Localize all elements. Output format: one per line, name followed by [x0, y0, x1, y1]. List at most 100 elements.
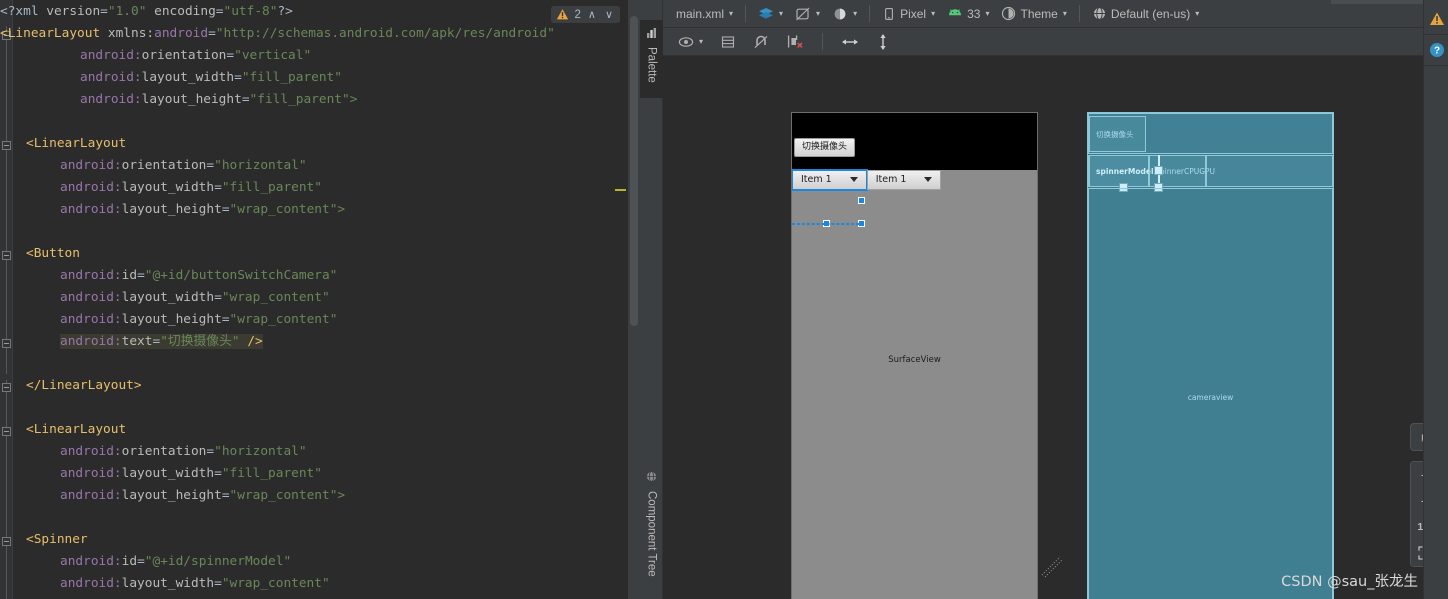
- code-line[interactable]: <LinearLayout: [0, 133, 628, 155]
- match-height-button[interactable]: [872, 30, 894, 54]
- blueprint-spinner-row-remainder: [1206, 155, 1333, 187]
- orientation-selector[interactable]: ▾: [790, 3, 825, 25]
- preview-spinner-cpugpu-value: Item 1: [875, 174, 907, 185]
- code-line[interactable]: <LinearLayout: [0, 419, 628, 441]
- code-token: =: [214, 180, 222, 195]
- night-mode-selector[interactable]: ▾: [827, 3, 862, 25]
- sidebar-item-component-tree-label: Component Tree: [645, 491, 658, 577]
- code-token: "fill_parent">: [249, 92, 358, 107]
- code-token: android:: [60, 444, 122, 459]
- preview-resize-grip[interactable]: [1041, 556, 1063, 578]
- arrow-vertical-icon: [877, 33, 889, 51]
- code-token: "@+id/buttonSwitchCamera": [144, 268, 338, 283]
- code-line[interactable]: android:id="@+id/buttonSwitchCamera": [0, 265, 628, 287]
- code-token: orientation: [141, 48, 227, 63]
- tool-window-tab-strip[interactable]: Palette Component Tree: [640, 0, 663, 599]
- code-token: <LinearLayout: [26, 136, 127, 151]
- code-token: orientation: [121, 158, 207, 173]
- device-preview-blueprint[interactable]: 切换摄像头 spinnerModel spinnerCPUGPU camerav…: [1087, 112, 1334, 599]
- preview-spinner-model[interactable]: Item 1: [792, 169, 868, 191]
- code-line[interactable]: android:orientation="vertical": [0, 45, 628, 67]
- code-text[interactable]: <?xml version="1.0" encoding="utf-8"?> <L…: [0, 0, 628, 599]
- code-line[interactable]: android:id="@+id/spinnerModel": [0, 551, 628, 573]
- code-line[interactable]: android:layout_height="fill_parent">: [0, 89, 628, 111]
- code-line[interactable]: android:layout_width="fill_parent": [0, 177, 628, 199]
- code-line[interactable]: </LinearLayout>: [0, 375, 628, 397]
- code-line[interactable]: android:text="切换摄像头" />: [0, 331, 628, 353]
- code-token: layout_width: [121, 576, 215, 591]
- magnet-off-button[interactable]: [748, 31, 774, 53]
- design-canvas[interactable]: 切换摄像头 Item 1 Item 1 SurfaceView 切换摄像头 sp…: [663, 56, 1448, 599]
- code-token: version: [46, 4, 101, 19]
- theme-selector[interactable]: Theme ▾: [996, 3, 1071, 24]
- chevron-down-icon: ▾: [931, 9, 936, 18]
- code-line[interactable]: android:layout_width="fill_parent": [0, 463, 628, 485]
- code-line[interactable]: android:layout_width="wrap_content": [0, 287, 628, 309]
- blueprint-handle-top[interactable]: [1154, 166, 1163, 175]
- code-token: android:: [80, 70, 142, 85]
- divider: [822, 33, 824, 50]
- code-token: =: [206, 444, 215, 459]
- code-line[interactable]: android:layout_height="wrap_content">: [0, 199, 628, 221]
- android-studio-layout-editor: <?xml version="1.0" encoding="utf-8"?> <L…: [0, 0, 1448, 599]
- code-token: android:: [80, 92, 142, 107]
- code-token: android:: [60, 576, 122, 591]
- sidebar-item-component-tree[interactable]: Component Tree: [640, 463, 663, 591]
- code-token: android:: [60, 488, 122, 503]
- code-line[interactable]: <?xml version="1.0" encoding="utf-8"?>: [0, 1, 628, 23]
- code-line[interactable]: <Button: [0, 243, 628, 265]
- code-token: =: [221, 312, 230, 327]
- blueprint-cameraview[interactable]: cameraview: [1088, 188, 1333, 599]
- code-token: layout_height: [121, 312, 222, 327]
- inspection-prev-button[interactable]: ∧: [586, 8, 598, 21]
- editor-scrollbar[interactable]: [628, 0, 640, 599]
- code-line[interactable]: android:layout_width="fill_parent": [0, 67, 628, 89]
- code-line[interactable]: <Spinner: [0, 529, 628, 551]
- design-toolbar-secondary: ▾: [663, 28, 1448, 56]
- code-line[interactable]: android:layout_height="wrap_content">: [0, 485, 628, 507]
- right-tool-rail[interactable]: ?: [1331, 0, 1448, 599]
- divider: [869, 5, 871, 22]
- blueprint-switch-camera-button[interactable]: 切换摄像头: [1089, 116, 1146, 152]
- code-line[interactable]: [0, 111, 628, 133]
- preview-spinner-cpugpu[interactable]: Item 1: [866, 170, 942, 190]
- device-selector[interactable]: Pixel ▾: [877, 4, 940, 24]
- api-level-selector[interactable]: 33 ▾: [942, 4, 994, 24]
- device-preview-design[interactable]: 切换摄像头 Item 1 Item 1 SurfaceView: [791, 112, 1038, 599]
- view-options-button[interactable]: ▾: [673, 33, 708, 51]
- sidebar-item-palette[interactable]: Palette: [640, 20, 663, 98]
- help-button[interactable]: ?: [1424, 35, 1448, 66]
- locale-selector[interactable]: Default (en-us) ▾: [1087, 3, 1204, 24]
- preview-switch-camera-button[interactable]: 切换摄像头: [794, 138, 856, 157]
- clear-constraints-button[interactable]: [782, 31, 809, 52]
- code-token: =: [215, 4, 224, 19]
- design-mode-selector[interactable]: ▾: [753, 3, 788, 25]
- code-line[interactable]: android:orientation="horizontal": [0, 441, 628, 463]
- xml-code-editor[interactable]: <?xml version="1.0" encoding="utf-8"?> <L…: [0, 0, 640, 599]
- blueprint-button-label: 切换摄像头: [1096, 129, 1134, 139]
- file-selector[interactable]: main.xml ▾: [671, 4, 738, 24]
- code-token: =: [137, 554, 145, 569]
- match-width-button[interactable]: [836, 33, 864, 51]
- inspection-next-button[interactable]: ∨: [603, 8, 615, 21]
- problems-warning-button[interactable]: [1424, 4, 1448, 35]
- warning-stripe-marker[interactable]: [615, 189, 626, 191]
- blueprint-cameraview-label: cameraview: [1187, 392, 1234, 402]
- code-line[interactable]: android:layout_width="wrap_content": [0, 573, 628, 595]
- code-line[interactable]: [0, 353, 628, 375]
- code-line[interactable]: [0, 507, 628, 529]
- code-line[interactable]: android:layout_height="wrap_content": [0, 309, 628, 331]
- inspection-widget[interactable]: 2 ∧ ∨: [551, 6, 620, 23]
- selection-handle-top[interactable]: [858, 197, 865, 204]
- eye-icon: [678, 36, 694, 48]
- code-line[interactable]: [0, 397, 628, 419]
- palette-icon: [646, 28, 657, 41]
- editor-scrollbar-thumb[interactable]: [630, 16, 638, 326]
- code-line[interactable]: <LinearLayout xmlns:android="http://sche…: [0, 23, 628, 45]
- code-line[interactable]: [0, 221, 628, 243]
- code-line[interactable]: android:orientation="horizontal": [0, 155, 628, 177]
- blueprint-toggle-button[interactable]: [716, 32, 740, 52]
- code-token: />: [247, 334, 263, 349]
- code-token: "wrap_content": [229, 312, 338, 327]
- code-token: =: [214, 576, 222, 591]
